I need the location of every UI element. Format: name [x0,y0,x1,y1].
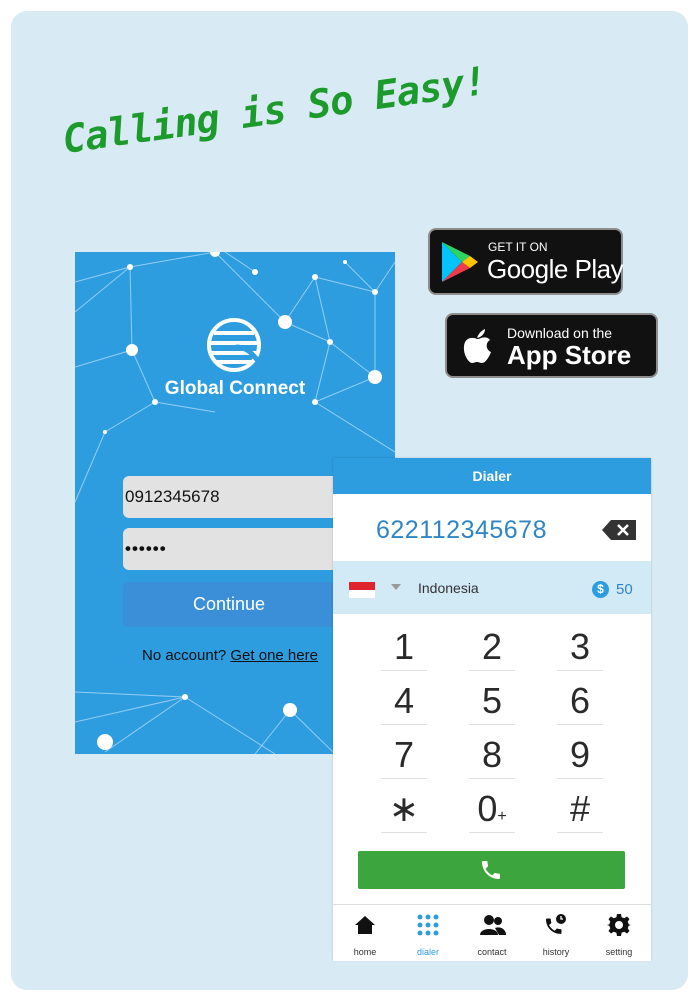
google-play-big-text: Google Play [487,254,624,284]
google-play-badge[interactable]: GET IT ON Google Play [428,228,624,295]
key-5[interactable]: 5 [469,678,515,725]
tab-setting[interactable]: setting [587,905,651,961]
key-9[interactable]: 9 [557,732,603,779]
indonesia-flag-icon [349,582,375,598]
tab-dialer[interactable]: dialer [396,905,460,961]
tab-setting-label: setting [605,947,633,957]
app-store-big-text: App Store [507,340,632,370]
dialer-screen: Dialer 622112345678 Indonesia $ 50 1 2 3… [333,458,651,961]
no-account-label: No account? [142,647,231,664]
tab-dialer-label: dialer [416,947,439,957]
dialpad-icon [417,914,439,936]
brand-name: Global Connect [164,378,306,399]
contacts-icon [480,915,506,935]
home-icon [355,916,375,934]
key-3[interactable]: 3 [557,624,603,671]
call-button[interactable] [358,851,625,889]
caret-down-icon [391,584,401,590]
tab-contact[interactable]: contact [460,905,524,961]
country-selector[interactable]: Indonesia $ 50 [333,561,651,614]
tab-home[interactable]: home [333,905,397,961]
key-hash[interactable]: # [557,786,603,833]
no-account-text: No account? Get one here [142,647,318,664]
global-connect-logo-icon [207,318,261,372]
apple-icon [463,329,491,363]
key-4[interactable]: 4 [381,678,427,725]
gear-icon [607,914,631,936]
phone-icon [482,861,500,879]
backspace-icon[interactable] [601,519,637,541]
get-one-here-link[interactable]: Get one here [230,647,318,664]
app-store-badge[interactable]: Download on the App Store [445,313,658,378]
key-1[interactable]: 1 [381,624,427,671]
app-store-small-text: Download on the [507,325,613,341]
tab-contact-label: contact [477,947,507,957]
key-7[interactable]: 7 [381,732,427,779]
tab-history-label: history [542,947,570,957]
tab-history[interactable]: history [524,905,588,961]
credit-balance: 50 [616,581,633,598]
country-name: Indonesia [418,580,479,596]
credit-coin-icon: $ [592,581,609,598]
key-2[interactable]: 2 [469,624,515,671]
dialer-title: Dialer [333,458,651,494]
google-play-icon [442,242,478,282]
key-6[interactable]: 6 [557,678,603,725]
google-play-small-text: GET IT ON [488,240,548,254]
dialed-number: 622112345678 [376,516,547,544]
tab-bar: home dialer contact history setting [333,904,651,961]
key-star[interactable]: ∗ [381,786,427,833]
call-history-icon [546,914,566,934]
key-0[interactable]: 0+ [469,786,515,833]
tab-home-label: home [353,947,377,957]
key-8[interactable]: 8 [469,732,515,779]
